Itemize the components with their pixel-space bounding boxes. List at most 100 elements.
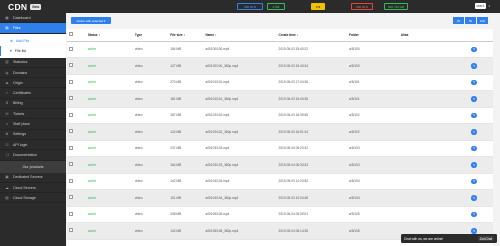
table-row[interactable]: active video 270 MB a/5/101/101.mp4 2019-05-… [67,74,493,91]
sidebar-item-label: Staff place [13,122,30,127]
row-edit-button[interactable]: ✎ [471,46,477,52]
billing-icon: $ [6,101,8,106]
user-menu[interactable]: user1 ▾ [474,3,490,9]
row-select-cell [67,156,86,174]
row-checkbox[interactable] [69,195,73,200]
sidebar-item-cloud-servers[interactable]: ☁ Cloud Servers [0,183,66,194]
balance-button-3[interactable]: 0 $ [311,3,325,10]
table-row[interactable]: active video 237 MB a/5/103/103.mp4 2019-05-… [67,140,493,157]
alias-cell [398,140,470,157]
row-select-cell [67,140,86,157]
sidebar-item-origin[interactable]: ◈ Origin [0,78,66,89]
create-time-cell: 2019-05-04 06:14:35 [276,222,348,240]
sidebar-item-label: Settings [13,132,26,137]
page-size-option-50[interactable]: 50 [465,17,476,24]
sidebar-item-files[interactable]: ▤ Files [0,23,66,34]
row-checkbox[interactable] [69,145,73,150]
sidebar-item-cloud-storage[interactable]: ▧ Cloud Storage [0,193,66,204]
alias-cell [398,189,470,207]
sidebar-item-statistics[interactable]: ▥ Statistics [0,58,66,68]
table-row[interactable]: active video 124 MB a/5/102/102_360p.mp4 201… [67,123,493,141]
row-checkbox[interactable] [69,46,73,51]
row-checkbox[interactable] [69,96,73,101]
type-cell: video [132,173,169,190]
sidebar-item-certificates[interactable]: ✓ Certificates [0,88,66,99]
row-select-cell [67,189,86,207]
row-checkbox[interactable] [69,63,73,68]
chevron-down-icon: ▾ [488,4,490,8]
page-size-option-25[interactable]: 25 [453,17,464,24]
row-select-cell [67,57,86,75]
alias-cell [398,156,470,174]
row-checkbox[interactable] [69,228,73,233]
sidebar-item-documentation[interactable]: ❏ Documentation [0,150,66,161]
table-row[interactable]: active video 208 MB a/5/105/105.mp4 2019-05-… [67,206,493,223]
row-edit-button[interactable]: ✎ [471,79,477,85]
sidebar-item-billing[interactable]: $ Billing [0,99,66,110]
row-action-cell: ✎ [469,123,493,141]
table-row[interactable]: active video 181 MB a/5/101/101_360p.mp4 201… [67,90,493,108]
column-header-type[interactable]: Type [132,29,169,42]
column-header-folder[interactable]: Folder [347,29,399,42]
column-header-status[interactable]: Status ↕ [85,29,133,42]
sidebar-item-dedicated-servers[interactable]: ▣ Dedicated Servers [0,173,66,183]
table-row[interactable]: active video 142 MB a/5/104/104.mp4 2019-05-… [67,173,493,190]
row-checkbox[interactable] [69,112,73,117]
sidebar-item-api-login[interactable]: ⚿ API login [0,140,66,151]
row-edit-button[interactable]: ✎ [471,162,477,168]
page-size-option-100[interactable]: 100 [477,17,488,24]
status-cell: active [85,107,133,124]
row-edit-button[interactable]: ✎ [471,228,477,234]
file-name-cell: a/5/105/105_360p.mp4 [203,222,277,240]
submenu-item-add-file[interactable]: ⊕ Add File [0,36,66,46]
row-edit-button[interactable]: ✎ [471,211,477,217]
table-row[interactable]: active video 187 MB a/5/102/102.mp4 2019-05-… [67,107,493,124]
row-edit-button[interactable]: ✎ [471,178,477,184]
balance-button-1[interactable]: 000.00 $ [237,3,263,10]
table-row[interactable]: active video 164 MB a/5/103/103_360p.mp4 201… [67,156,493,174]
sidebar-item-dashboard[interactable]: ▦ Dashboard [0,13,66,24]
file-size-cell: 270 MB [168,74,204,91]
table-row[interactable]: active video 127 MB a/5/100/100_360p.mp4 201… [67,57,493,75]
row-checkbox[interactable] [69,178,73,183]
submenu-item-file-list[interactable]: ≡ File list [0,45,66,56]
row-checkbox[interactable] [69,162,73,167]
row-checkbox[interactable] [69,79,73,84]
beta-badge: Beta [30,3,42,10]
sidebar-item-label: Cloud Servers [13,185,36,190]
select-all-checkbox[interactable] [69,32,73,37]
row-edit-button[interactable]: ✎ [471,195,477,201]
server-icon: ▣ [5,175,9,180]
sidebar-item-settings[interactable]: ⚙ Settings [0,130,66,140]
row-edit-button[interactable]: ✎ [471,145,477,151]
file-name-cell: a/5/105/105.mp4 [203,206,277,223]
row-checkbox[interactable] [69,129,73,134]
row-action-cell: ✎ [469,140,493,157]
balance-button-5[interactable]: 000 / 00 GB [384,3,408,10]
bulk-action-dropdown[interactable]: Action with selected ▾ [71,17,111,24]
row-edit-button[interactable]: ✎ [471,129,477,135]
file-name-cell: a/5/101/101_360p.mp4 [203,90,277,108]
row-edit-button[interactable]: ✎ [471,96,477,102]
balance-button-2[interactable]: 0 GB [267,3,285,10]
status-cell: active [85,206,133,223]
app-logo[interactable]: CDN Beta [0,0,66,13]
table-row[interactable]: active video 184 MB a/5/100/100.mp4 2019-05-… [67,41,493,58]
sidebar-item-domains[interactable]: ◍ Domains [0,68,66,79]
column-header-file-size[interactable]: File size ↕ [168,29,204,42]
chat-widget[interactable]: Chat with us, we are online! JivoChat [401,234,497,243]
type-cell: video [132,41,169,58]
sidebar-item-tickets[interactable]: ✉ Tickets [0,109,66,120]
stats-icon: ▥ [5,60,9,65]
chat-brand: JivoChat [477,236,494,241]
column-header-name[interactable]: Name ↕ [203,29,277,42]
balance-button-4[interactable]: 000.00 $ [351,3,373,10]
row-edit-button[interactable]: ✎ [471,112,477,118]
row-edit-button[interactable]: ✎ [471,63,477,69]
create-time-cell: 2019-05-04 06:20:42 [276,140,348,157]
sidebar-item-staff-place[interactable]: ☺ Staff place [0,119,66,130]
column-header-create-time[interactable]: Create time ↕ [276,29,348,42]
table-row[interactable]: active video 101 MB a/5/104/104_360p.mp4 201… [67,189,493,207]
column-header-alias[interactable]: Alias [398,29,470,42]
row-checkbox[interactable] [69,211,73,216]
